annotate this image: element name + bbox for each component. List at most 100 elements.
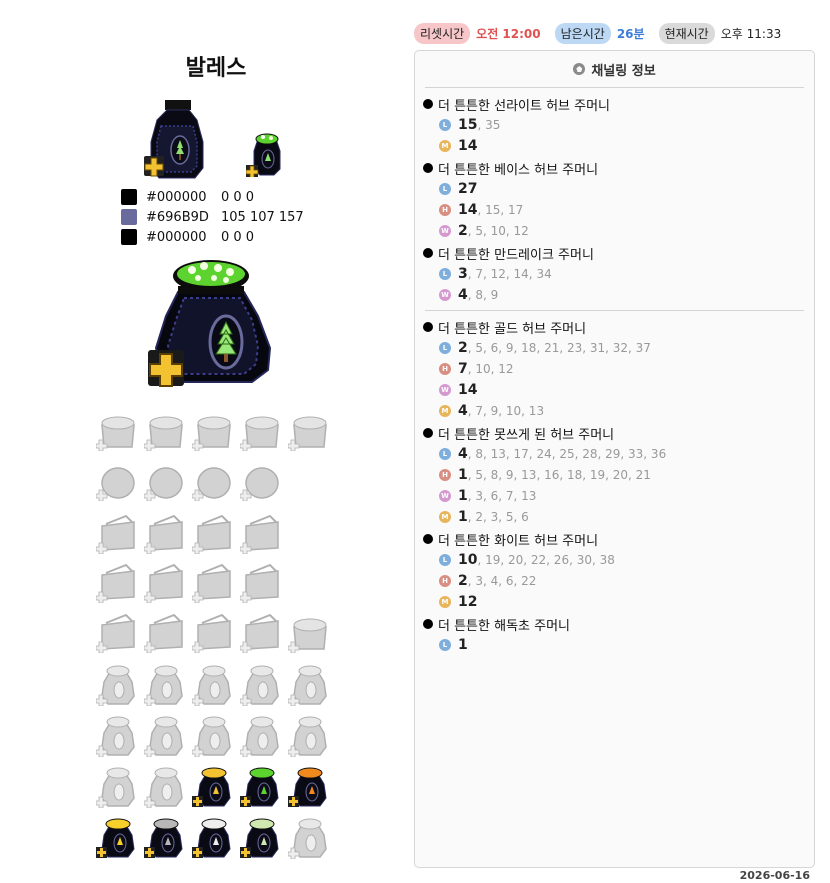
color-rgb: 0 0 0 (221, 229, 255, 245)
channel-row: W 4 , 8, 9 (423, 284, 806, 305)
channel-primary: 10 (458, 551, 478, 568)
pouch-name: 더 튼튼한 화이트 허브 주머니 (438, 533, 599, 549)
channel-row: H 7 , 10, 12 (423, 358, 806, 379)
channel-primary: 7 (458, 360, 468, 377)
channel-type-icon: L (439, 341, 451, 354)
channel-others: , 5, 6, 9, 18, 21, 23, 31, 32, 37 (467, 340, 651, 355)
pouch-entry: 더 튼튼한 골드 허브 주머니 L 2 , 5, 6, 9, 18, 21, 2… (423, 317, 806, 421)
remaining-time-label: 남은시간 (554, 22, 611, 44)
channel-primary: 2 (458, 222, 468, 239)
onion-sack-icon[interactable] (240, 457, 284, 501)
cloth-bundle-3-icon[interactable] (192, 609, 236, 653)
channel-others: , 5, 8, 9, 13, 16, 18, 19, 20, 21 (467, 467, 651, 482)
color-swatch-row: #696B9D 105 107 157 (121, 207, 304, 227)
panel-title: 채널링 정보 (591, 63, 656, 79)
herb-pouch-9-icon[interactable] (240, 713, 284, 757)
wood-bundle-1-icon[interactable] (96, 510, 140, 554)
sturdy-pouch-gray-3-icon[interactable] (288, 815, 332, 859)
sturdy-pouch-mint-icon[interactable] (240, 815, 284, 859)
sturdy-pouch-white-icon[interactable] (192, 815, 236, 859)
channel-type-icon: H (439, 362, 451, 375)
herb-pouch-1-icon[interactable] (96, 662, 140, 706)
wood-bundle-2-icon[interactable] (144, 510, 188, 554)
eggs-basket-icon[interactable] (96, 407, 140, 451)
sturdy-pouch-green-icon[interactable] (240, 764, 284, 808)
wood-bundle-3-icon[interactable] (192, 510, 236, 554)
sturdy-pouch-gray-2-icon[interactable] (144, 764, 188, 808)
channel-type-icon: W (439, 383, 451, 396)
bullet-icon (423, 163, 433, 173)
channel-primary: 15 (458, 116, 478, 133)
color-hex: #696B9D (146, 209, 209, 225)
channel-others: , 5, 10, 12 (467, 223, 529, 238)
channel-row: L 10 , 19, 20, 22, 26, 30, 38 (423, 549, 806, 570)
cloth-bundle-4-icon[interactable] (240, 609, 284, 653)
channel-type-icon: M (439, 595, 451, 608)
cloth-bundle-2-icon[interactable] (144, 609, 188, 653)
current-time-label: 현재시간 (658, 22, 715, 44)
channel-primary: 12 (458, 593, 478, 610)
channel-row: M 14 (423, 135, 806, 156)
sturdy-pouch-yellow-icon[interactable] (96, 815, 140, 859)
ore-box-1-icon[interactable] (96, 559, 140, 603)
color-swatch-row: #000000 0 0 0 (121, 187, 304, 207)
cotton-sack-icon[interactable] (144, 457, 188, 501)
sturdy-pouch-gold-icon[interactable] (192, 764, 236, 808)
channel-primary: 1 (458, 466, 468, 483)
ore-box-2-icon[interactable] (144, 559, 188, 603)
pouch-entry-title: 더 튼튼한 골드 허브 주머니 (423, 317, 806, 337)
channel-others: , 7, 9, 10, 13 (467, 403, 545, 418)
pouch-name: 더 튼튼한 못쓰게 된 허브 주머니 (438, 427, 615, 443)
channel-type-icon: H (439, 203, 451, 216)
herb-pouch-8-icon[interactable] (192, 713, 236, 757)
sturdy-pouch-orange-icon[interactable] (288, 764, 332, 808)
cloth-bundle-1-icon[interactable] (96, 609, 140, 653)
herb-pouch-2-icon[interactable] (144, 662, 188, 706)
channel-row: L 27 (423, 178, 806, 199)
pouch-entry-title: 더 튼튼한 베이스 허브 주머니 (423, 158, 806, 178)
channel-others: , 2, 3, 5, 6 (467, 509, 529, 524)
pouch-entry: 더 튼튼한 못쓰게 된 허브 주머니 L 4 , 8, 13, 17, 24, … (423, 423, 806, 527)
color-swatch (121, 209, 137, 225)
carrot-basket-icon[interactable] (192, 407, 236, 451)
wheat-basket-icon[interactable] (240, 407, 284, 451)
section-divider (425, 310, 804, 311)
flower-basket-icon[interactable] (288, 609, 332, 653)
channel-row: L 15 , 35 (423, 114, 806, 135)
pouch-large-icon (148, 254, 274, 388)
channel-row: H 1 , 5, 8, 9, 13, 16, 18, 19, 20, 21 (423, 464, 806, 485)
channel-type-icon: H (439, 574, 451, 587)
bullet-icon (423, 619, 433, 629)
channel-type-icon: L (439, 118, 451, 131)
channel-primary: 1 (458, 508, 468, 525)
pouch-name: 더 튼튼한 베이스 허브 주머니 (438, 162, 599, 178)
vegetable-sack-icon[interactable] (192, 457, 236, 501)
sturdy-pouch-silver-icon[interactable] (144, 815, 188, 859)
ore-box-3-icon[interactable] (192, 559, 236, 603)
herb-basket-icon[interactable] (288, 407, 332, 451)
cabbage-sack-icon[interactable] (96, 457, 140, 501)
panel-header: 채널링 정보 (425, 51, 804, 88)
herb-pouch-3-icon[interactable] (192, 662, 236, 706)
potato-basket-icon[interactable] (144, 407, 188, 451)
channel-primary: 27 (458, 180, 478, 197)
color-swatch-row: #000000 0 0 0 (121, 227, 304, 247)
pouch-name: 더 튼튼한 해독초 주머니 (438, 618, 570, 634)
wood-bundle-4-icon[interactable] (240, 510, 284, 554)
reset-time-label: 리셋시간 (414, 22, 471, 44)
remaining-time-value: 26분 (616, 26, 645, 41)
ore-box-4-icon[interactable] (240, 559, 284, 603)
herb-pouch-5-icon[interactable] (288, 662, 332, 706)
channel-primary: 2 (458, 339, 468, 356)
channel-type-icon: M (439, 139, 451, 152)
herb-pouch-7-icon[interactable] (144, 713, 188, 757)
channel-others: , 8, 13, 17, 24, 25, 28, 29, 33, 36 (467, 446, 667, 461)
color-swatch (121, 229, 137, 245)
herb-pouch-10-icon[interactable] (288, 713, 332, 757)
sturdy-pouch-gray-1-icon[interactable] (96, 764, 140, 808)
herb-pouch-6-icon[interactable] (96, 713, 140, 757)
pouch-name: 더 튼튼한 선라이트 허브 주머니 (438, 98, 611, 114)
color-rgb: 105 107 157 (221, 209, 304, 225)
item-detail-column: 발레스 #000000 0 0 0 #696B9D 105 107 157 #0… (0, 0, 410, 883)
herb-pouch-4-icon[interactable] (240, 662, 284, 706)
